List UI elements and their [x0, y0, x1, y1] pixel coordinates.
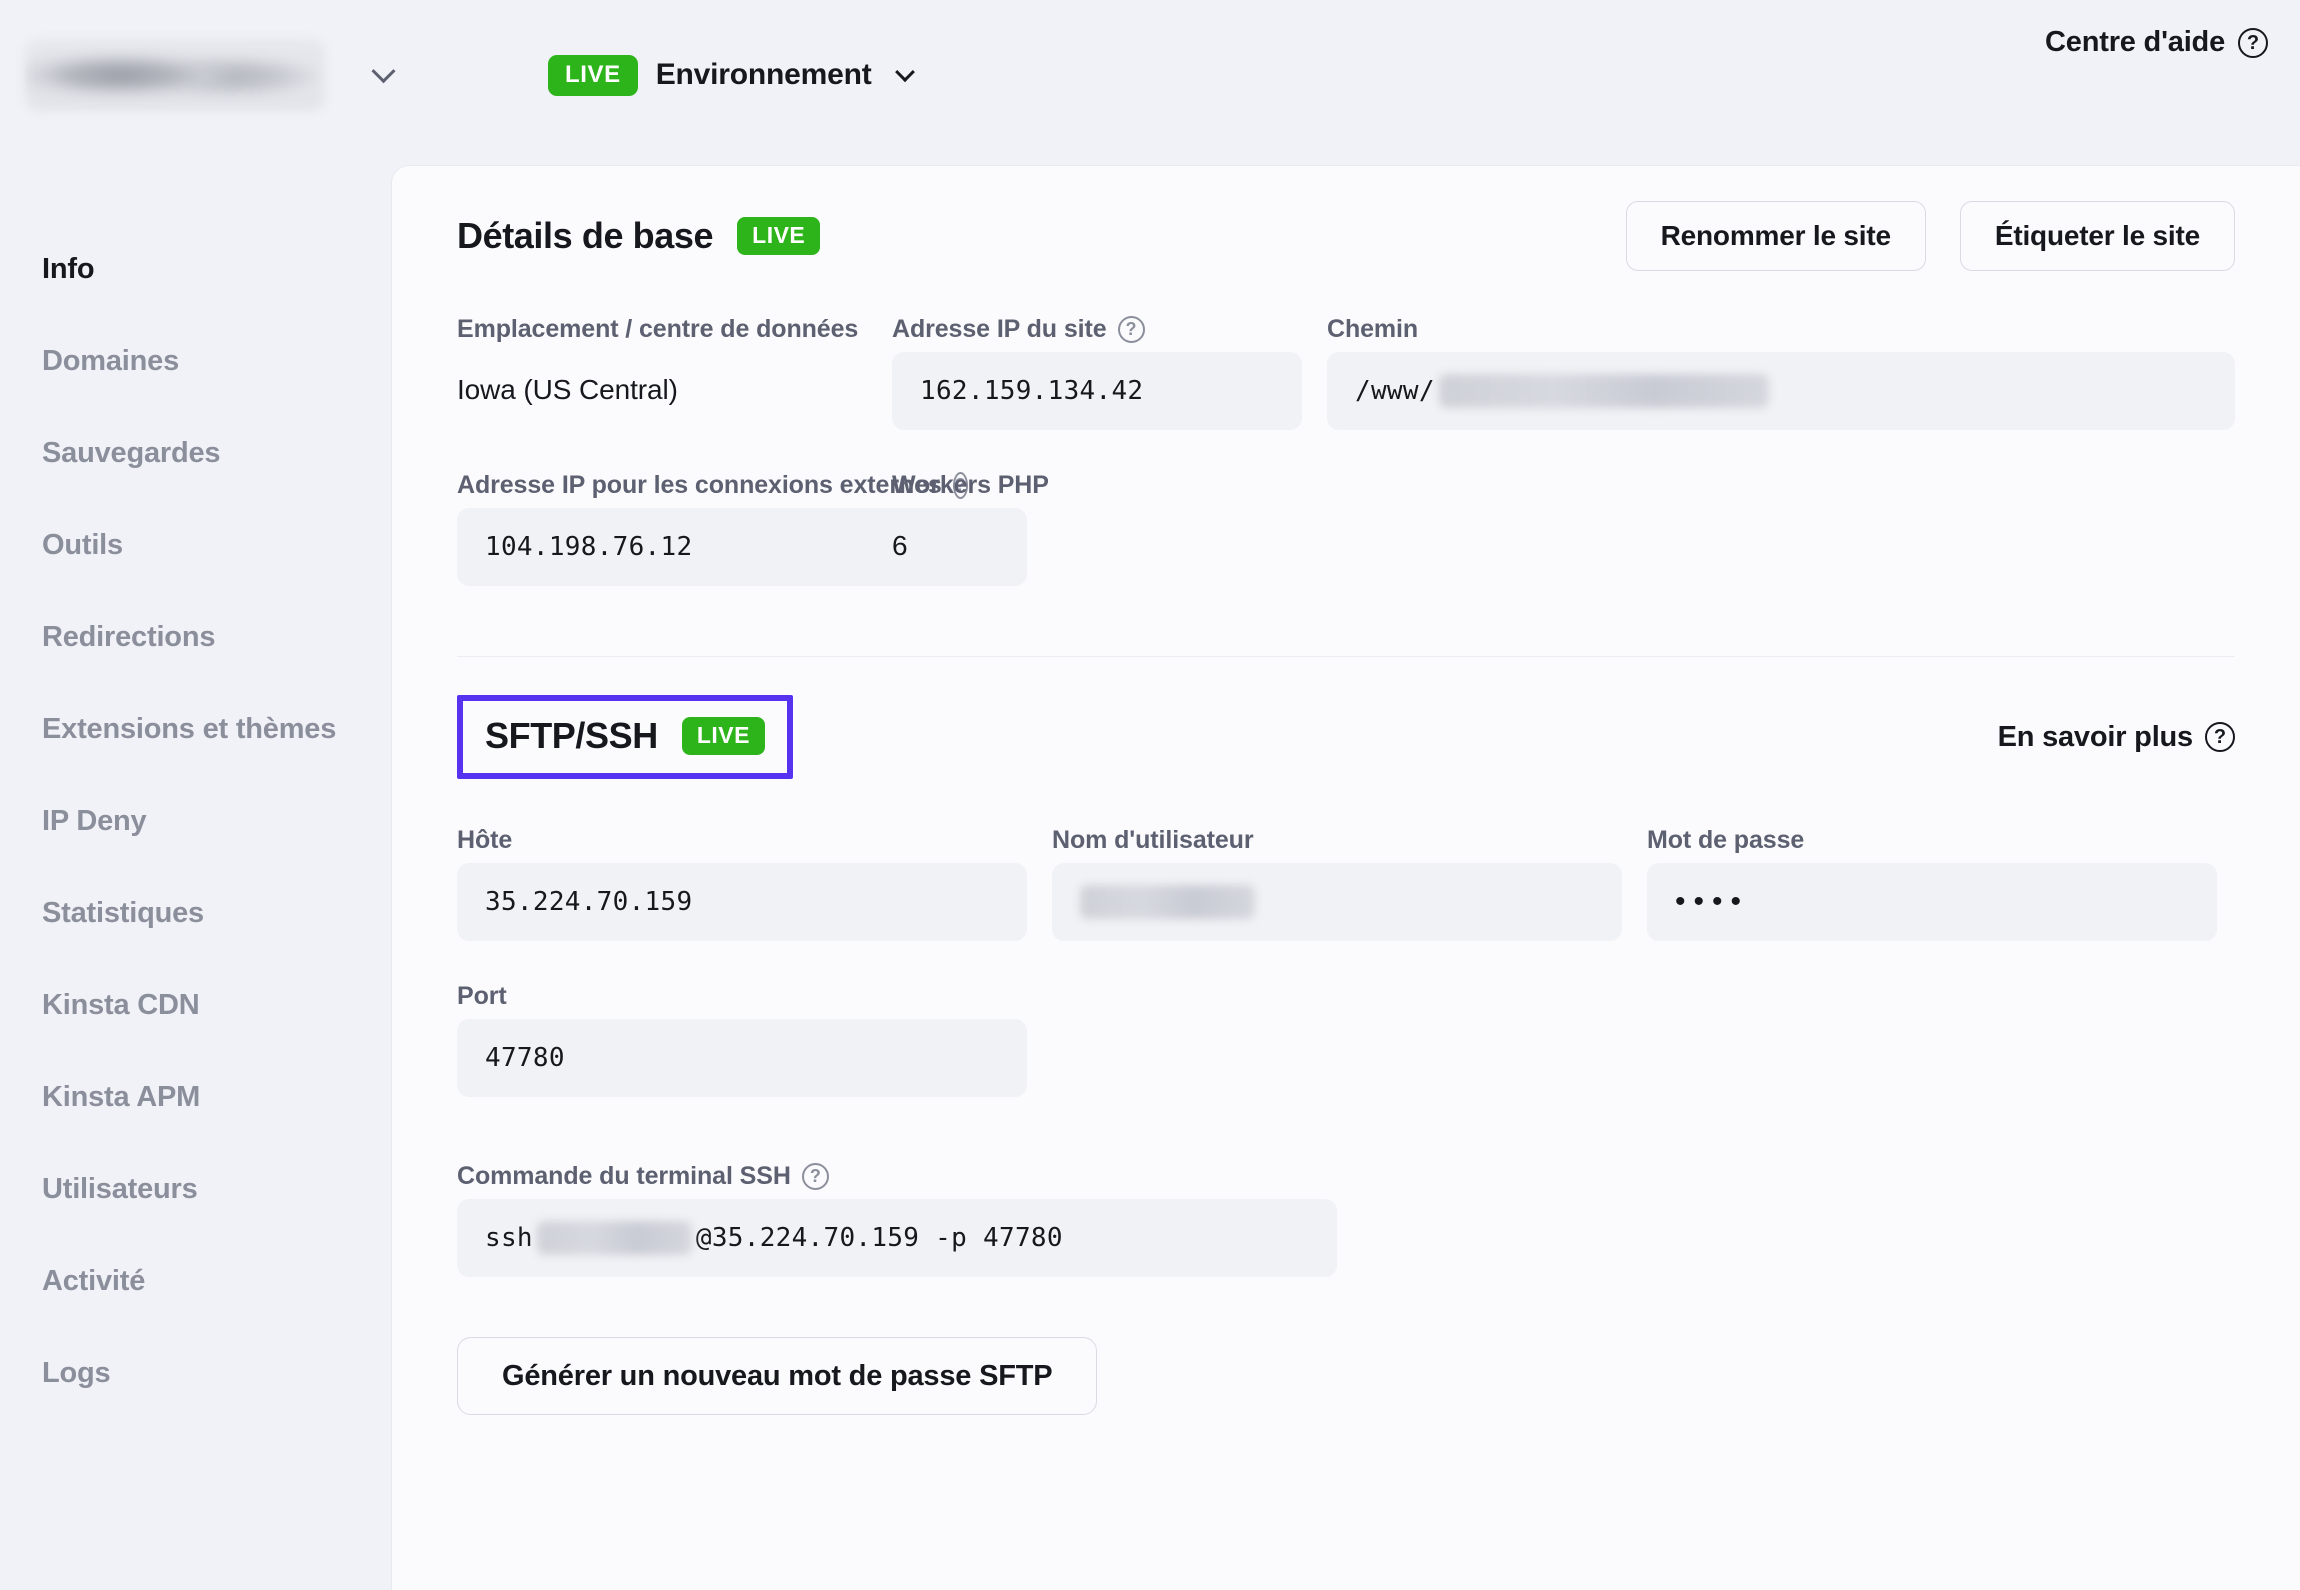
- basic-details-section: Détails de base LIVE Renommer le site Ét…: [392, 166, 2300, 657]
- learn-more-link[interactable]: En savoir plus ?: [1998, 721, 2235, 754]
- sidebar-item-info[interactable]: Info: [0, 223, 390, 315]
- field-location-value: Iowa (US Central): [457, 374, 678, 405]
- grid-spacer: [892, 973, 1302, 1107]
- help-circle-icon[interactable]: ?: [801, 1162, 829, 1190]
- learn-more-label: En savoir plus: [1997, 720, 2194, 753]
- basic-details-title-group: Détails de base LIVE: [457, 215, 821, 257]
- basic-details-fields-row-1: Emplacement / centre de données Iowa (US…: [457, 306, 2235, 440]
- label-site-button[interactable]: Étiqueter le site: [1959, 201, 2235, 271]
- sidebar-item-kinsta-apm[interactable]: Kinsta APM: [0, 1051, 390, 1143]
- sidebar-item-logs[interactable]: Logs: [0, 1327, 390, 1419]
- environment-switcher[interactable]: LIVE Environnement: [548, 54, 920, 96]
- app-root: LIVE Environnement Centre d'aide ? Info …: [0, 0, 2300, 1590]
- ssh-command-prefix: ssh: [485, 1223, 533, 1253]
- field-path: Chemin /www/: [1327, 306, 2235, 440]
- sftp-ssh-header: SFTP/SSH LIVE En savoir plus ?: [457, 657, 2235, 817]
- grid-spacer: [1327, 973, 2235, 1107]
- field-location-label: Emplacement / centre de données: [457, 314, 859, 343]
- sidebar-item-extensions-et-themes[interactable]: Extensions et thèmes: [0, 683, 390, 775]
- company-logo-blurred: [25, 39, 325, 111]
- field-php-workers: Workers PHP 6: [892, 462, 1302, 596]
- chevron-down-icon[interactable]: [890, 60, 920, 90]
- field-ssh-command: Commande du terminal SSH ? ssh @35.224.70…: [457, 1153, 2235, 1287]
- sftp-ssh-live-badge: LIVE: [681, 717, 765, 755]
- field-external-ip-label: Adresse IP pour les connexions externes …: [457, 462, 968, 508]
- sidebar-item-kinsta-cdn[interactable]: Kinsta CDN: [0, 959, 390, 1051]
- ssh-command-user-masked: [536, 1221, 692, 1255]
- password-masked-dots: ••••: [1675, 885, 1750, 918]
- field-ssh-command-value[interactable]: ssh @35.224.70.159 -p 47780: [457, 1199, 1337, 1277]
- sftp-fields-row-2: Port 47780: [457, 973, 2235, 1107]
- field-username: Nom d'utilisateur: [1052, 817, 1622, 951]
- sidebar-item-ip-deny[interactable]: IP Deny: [0, 775, 390, 867]
- basic-details-title: Détails de base: [457, 215, 714, 256]
- field-external-ip-label-text: Adresse IP pour les connexions externes: [457, 470, 942, 499]
- sidebar-item-utilisateurs[interactable]: Utilisateurs: [0, 1143, 390, 1235]
- sidebar-nav: Info Domaines Sauvegardes Outils Redirec…: [0, 150, 390, 1590]
- field-host: Hôte 35.224.70.159: [457, 817, 1027, 951]
- field-path-label: Chemin: [1327, 314, 1419, 343]
- account-switcher-chevron-down-icon[interactable]: [363, 55, 403, 95]
- field-ssh-command-label-text: Commande du terminal SSH: [457, 1161, 791, 1190]
- question-circle-icon: ?: [2205, 722, 2235, 752]
- field-site-ip-value[interactable]: 162.159.134.42: [892, 352, 1302, 430]
- field-path-prefix: /www/: [1355, 376, 1435, 406]
- sftp-fields-row-1: Hôte 35.224.70.159 Nom d'utilisateur Mot…: [457, 817, 2235, 951]
- field-username-value[interactable]: [1052, 863, 1622, 941]
- field-path-value[interactable]: /www/: [1327, 352, 2235, 430]
- basic-details-fields-row-2: Adresse IP pour les connexions externes …: [457, 462, 2235, 596]
- basic-details-live-badge: LIVE: [737, 217, 821, 255]
- field-port: Port 47780: [457, 973, 1027, 1107]
- basic-details-header: Détails de base LIVE Renommer le site Ét…: [457, 166, 2235, 306]
- field-external-ip: Adresse IP pour les connexions externes …: [457, 462, 1027, 596]
- field-ssh-command-label: Commande du terminal SSH ?: [457, 1153, 2235, 1199]
- field-port-label: Port: [457, 981, 507, 1010]
- field-site-ip-label-text: Adresse IP du site: [892, 314, 1107, 343]
- sftp-ssh-title-highlight: SFTP/SSH LIVE: [457, 695, 793, 779]
- field-username-masked: [1080, 885, 1255, 919]
- basic-details-actions: Renommer le site Étiqueter le site: [1625, 201, 2235, 271]
- field-php-workers-value: 6: [892, 530, 908, 561]
- help-circle-icon[interactable]: ?: [1117, 315, 1145, 343]
- field-username-label: Nom d'utilisateur: [1052, 825, 1254, 854]
- field-location: Emplacement / centre de données Iowa (US…: [457, 306, 867, 440]
- field-site-ip-label: Adresse IP du site ?: [892, 306, 1302, 352]
- field-password-value[interactable]: ••••: [1647, 863, 2217, 941]
- help-center-link[interactable]: Centre d'aide ?: [2045, 26, 2268, 59]
- field-site-ip: Adresse IP du site ? 162.159.134.42: [892, 306, 1302, 440]
- sidebar-item-statistiques[interactable]: Statistiques: [0, 867, 390, 959]
- sidebar-item-outils[interactable]: Outils: [0, 499, 390, 591]
- field-password: Mot de passe ••••: [1647, 817, 2235, 951]
- field-host-value[interactable]: 35.224.70.159: [457, 863, 1027, 941]
- sidebar-item-sauvegardes[interactable]: Sauvegardes: [0, 407, 390, 499]
- question-circle-icon: ?: [2238, 27, 2268, 58]
- sidebar-item-redirections[interactable]: Redirections: [0, 591, 390, 683]
- top-bar: LIVE Environnement Centre d'aide ?: [0, 0, 2300, 150]
- rename-site-button[interactable]: Renommer le site: [1625, 201, 1926, 271]
- grid-spacer: [1327, 462, 2235, 596]
- generate-sftp-password-button[interactable]: Générer un nouveau mot de passe SFTP: [457, 1337, 1098, 1415]
- sidebar-item-activite[interactable]: Activité: [0, 1235, 390, 1327]
- main-content-card: Détails de base LIVE Renommer le site Ét…: [391, 165, 2300, 1590]
- field-php-workers-label: Workers PHP: [892, 470, 1049, 499]
- help-center-label: Centre d'aide: [2045, 26, 2225, 58]
- ssh-command-suffix: @35.224.70.159 -p 47780: [695, 1223, 1063, 1253]
- field-password-label: Mot de passe: [1647, 825, 1805, 854]
- sftp-ssh-section: SFTP/SSH LIVE En savoir plus ? Hôte 35.2…: [392, 657, 2300, 1415]
- sftp-ssh-title: SFTP/SSH: [485, 715, 658, 756]
- field-path-masked: [1438, 374, 1769, 408]
- field-host-label: Hôte: [457, 825, 513, 854]
- environment-label: Environnement: [655, 58, 872, 91]
- sidebar-item-domaines[interactable]: Domaines: [0, 315, 390, 407]
- environment-live-badge: LIVE: [548, 54, 638, 96]
